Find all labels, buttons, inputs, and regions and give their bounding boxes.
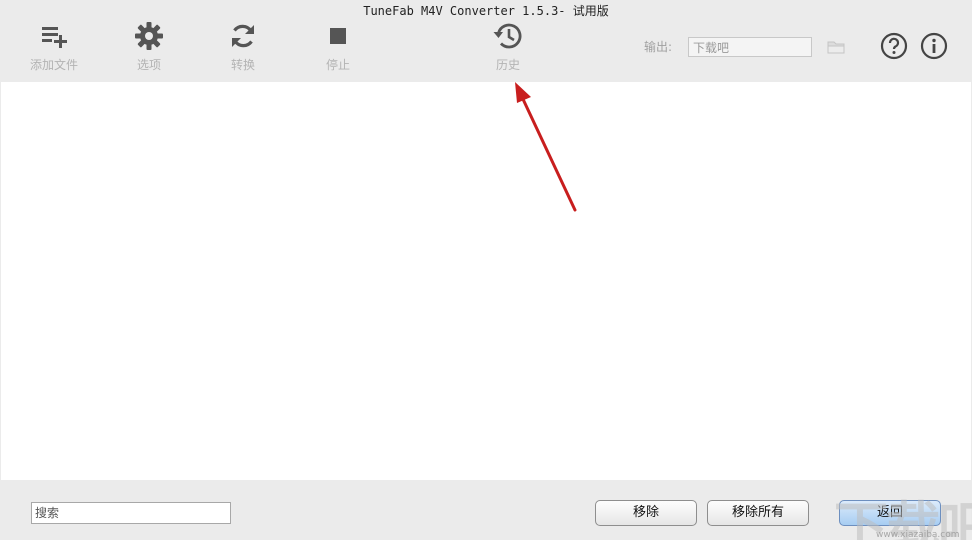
stop-icon (330, 28, 346, 44)
back-button[interactable]: 返回 (839, 500, 941, 526)
stop-button[interactable]: 停止 (298, 20, 378, 76)
output-path-field[interactable] (688, 37, 812, 57)
search-input[interactable] (31, 502, 231, 524)
gear-icon (135, 22, 163, 50)
convert-label: 转换 (230, 58, 255, 72)
output-label: 输出: (644, 40, 673, 54)
file-list-area[interactable] (1, 82, 971, 480)
options-label: 选项 (136, 58, 161, 72)
history-button[interactable]: 历史 (468, 20, 548, 76)
annotation-arrow (515, 82, 577, 212)
refresh-icon (232, 24, 254, 48)
history-icon (493, 23, 522, 49)
remove-all-button[interactable]: 移除所有 (707, 500, 809, 526)
stop-label: 停止 (325, 58, 350, 72)
convert-button[interactable]: 转换 (203, 20, 283, 76)
folder-icon[interactable] (826, 38, 846, 56)
add-files-button[interactable]: 添加文件 (14, 20, 94, 76)
history-label: 历史 (495, 58, 520, 72)
watermark-url: www.xiazaiba.com (876, 530, 960, 540)
options-button[interactable]: 选项 (109, 20, 189, 76)
app-window: TuneFab M4V Converter 1.5.3- 试用版 添加文件 选项… (0, 0, 972, 540)
add-files-label: 添加文件 (29, 58, 78, 72)
info-icon[interactable] (920, 32, 948, 60)
remove-button[interactable]: 移除 (595, 500, 697, 526)
add-list-icon (42, 27, 67, 48)
help-icon[interactable] (880, 32, 908, 60)
